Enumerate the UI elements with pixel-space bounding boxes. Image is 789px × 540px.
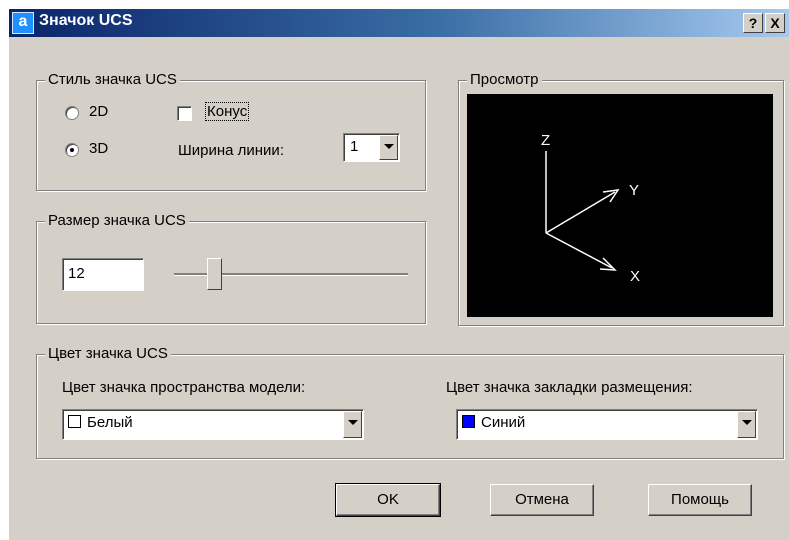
axis-z-label: Z xyxy=(541,132,550,149)
ucs-size-value: 12 xyxy=(68,265,85,282)
ucs-color-group: Цвет значка UCS Цвет значка пространства… xyxy=(36,345,784,459)
model-color-swatch xyxy=(68,415,81,428)
dialog-title: Значок UCS xyxy=(39,12,133,29)
cone-checkbox-label[interactable]: Конус xyxy=(205,102,250,121)
ucs-icon-dialog: a Значок UCS ? X Стиль значка UCS 2D 3D … xyxy=(8,8,789,540)
radio-3d[interactable] xyxy=(65,143,79,157)
axis-y-label: Y xyxy=(629,182,639,199)
y-axis-arrow xyxy=(602,189,620,203)
y-axis-line xyxy=(545,191,616,234)
ucs-size-legend: Размер значка UCS xyxy=(45,212,189,230)
x-axis-line xyxy=(545,232,613,269)
layout-color-swatch xyxy=(462,415,475,428)
close-button[interactable]: X xyxy=(765,13,785,33)
help-title-button[interactable]: ? xyxy=(743,13,763,33)
ucs-preview-canvas: Z Y X xyxy=(467,94,773,317)
line-width-value: 1 xyxy=(350,138,359,155)
autocad-app-icon: a xyxy=(12,12,34,34)
preview-group: Просмотр Z Y X xyxy=(458,71,784,326)
title-bar[interactable]: a Значок UCS ? X xyxy=(9,9,789,37)
ucs-style-legend: Стиль значка UCS xyxy=(45,71,180,89)
line-width-select[interactable]: 1 xyxy=(343,133,400,162)
line-width-label: Ширина линии: xyxy=(178,142,284,159)
radio-2d-label[interactable]: 2D xyxy=(89,103,108,120)
model-color-select[interactable]: Белый xyxy=(62,409,364,440)
ucs-size-slider-thumb[interactable] xyxy=(207,258,222,290)
axis-x-label: X xyxy=(630,268,640,285)
ucs-axes-drawing: Z Y X xyxy=(541,132,640,285)
line-width-dropdown-button[interactable] xyxy=(379,135,398,160)
layout-color-select[interactable]: Синий xyxy=(456,409,758,440)
x-axis-arrow xyxy=(599,257,617,271)
model-color-dropdown-button[interactable] xyxy=(343,411,362,438)
model-color-label: Цвет значка пространства модели: xyxy=(62,379,306,396)
ucs-color-legend: Цвет значка UCS xyxy=(45,345,171,363)
cancel-button[interactable]: Отмена xyxy=(490,484,594,516)
ucs-style-group: Стиль значка UCS 2D 3D Конус Ширина лини… xyxy=(36,71,426,191)
layout-color-dropdown-button[interactable] xyxy=(737,411,756,438)
help-button[interactable]: Помощь xyxy=(648,484,752,516)
layout-color-value: Синий xyxy=(481,414,526,431)
model-color-value: Белый xyxy=(87,414,133,431)
preview-legend: Просмотр xyxy=(467,71,542,89)
radio-3d-selected-dot xyxy=(70,148,74,152)
radio-3d-label[interactable]: 3D xyxy=(89,140,108,157)
ucs-size-group: Размер значка UCS 12 xyxy=(36,212,426,324)
ucs-size-input[interactable]: 12 xyxy=(62,258,144,291)
cone-checkbox[interactable] xyxy=(177,106,192,121)
layout-color-label: Цвет значка закладки размещения: xyxy=(446,379,693,396)
ok-button[interactable]: OK xyxy=(335,483,441,517)
radio-2d[interactable] xyxy=(65,106,79,120)
